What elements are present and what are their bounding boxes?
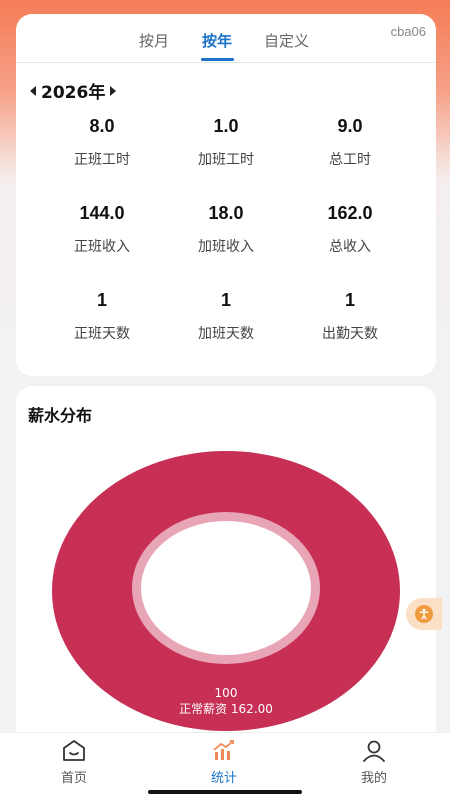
chart-icon [213, 740, 234, 760]
donut-hole [141, 521, 311, 655]
stat-label: 出勤天数 [322, 326, 378, 342]
next-year-icon[interactable] [110, 85, 117, 96]
stat-label: 正班工时 [74, 152, 130, 168]
stat-value: 9.0 [337, 116, 363, 136]
stat-value: 162.0 [327, 203, 373, 223]
stat-label: 总收入 [329, 239, 371, 255]
stat-value: 1.0 [213, 116, 239, 136]
stat-overtime-days: 1 加班天数 [161, 290, 291, 343]
nav-item-home[interactable]: 首页 [34, 737, 114, 786]
prev-year-icon[interactable] [30, 85, 36, 96]
tab-yearly[interactable]: 按年 [202, 30, 232, 51]
stat-attendance-days: 1 出勤天数 [285, 290, 415, 343]
nav-label: 首页 [60, 771, 87, 786]
stat-regular-hours: 8.0 正班工时 [37, 116, 167, 169]
year-selector: 2026年 [30, 78, 117, 103]
tab-custom[interactable]: 自定义 [264, 30, 309, 51]
stat-label: 正班收入 [74, 239, 130, 255]
divider [16, 62, 436, 63]
stat-value: 18.0 [208, 203, 244, 223]
stat-overtime-hours: 1.0 加班工时 [161, 116, 291, 169]
nav-label: 我的 [360, 771, 387, 786]
user-badge: cba06 [390, 24, 426, 39]
year-label: 2026年 [41, 83, 106, 103]
stat-value: 8.0 [89, 116, 115, 136]
profile-icon [363, 740, 385, 762]
stat-value: 1 [344, 290, 355, 310]
nav-item-stats[interactable]: 统计 [184, 737, 264, 786]
stat-label: 加班工时 [198, 152, 254, 168]
nav-item-profile[interactable]: 我的 [334, 737, 414, 786]
salary-chart-card: 薪水分布 100 正常薪资 162.00 [16, 386, 436, 766]
nav-label: 统计 [210, 771, 237, 786]
stats-card: 按月 按年 自定义 cba06 2026年 8.0 正班工时 1.0 加班工时 … [16, 14, 436, 376]
slice-value-label: 正常薪资 162.00 [179, 702, 273, 716]
tab-monthly[interactable]: 按月 [139, 30, 169, 51]
stat-total-hours: 9.0 总工时 [285, 116, 415, 169]
stat-regular-income: 144.0 正班收入 [37, 203, 167, 256]
stat-regular-days: 1 正班天数 [37, 290, 167, 343]
accessibility-icon [415, 605, 433, 623]
stat-label: 加班天数 [198, 326, 254, 342]
stat-label: 加班收入 [198, 239, 254, 255]
home-icon [63, 740, 85, 761]
home-indicator [148, 790, 302, 794]
stat-value: 1 [220, 290, 231, 310]
stat-total-income: 162.0 总收入 [285, 203, 415, 256]
tab-bar: 按月 按年 自定义 cba06 [16, 14, 436, 62]
stat-label: 正班天数 [74, 326, 130, 342]
stat-label: 总工时 [329, 152, 371, 168]
active-tab-indicator [201, 58, 234, 61]
floating-assist-button[interactable] [406, 598, 442, 630]
stat-overtime-income: 18.0 加班收入 [161, 203, 291, 256]
stat-value: 1 [96, 290, 107, 310]
stat-value: 144.0 [79, 203, 125, 223]
slice-percent-label: 100 [214, 686, 238, 700]
